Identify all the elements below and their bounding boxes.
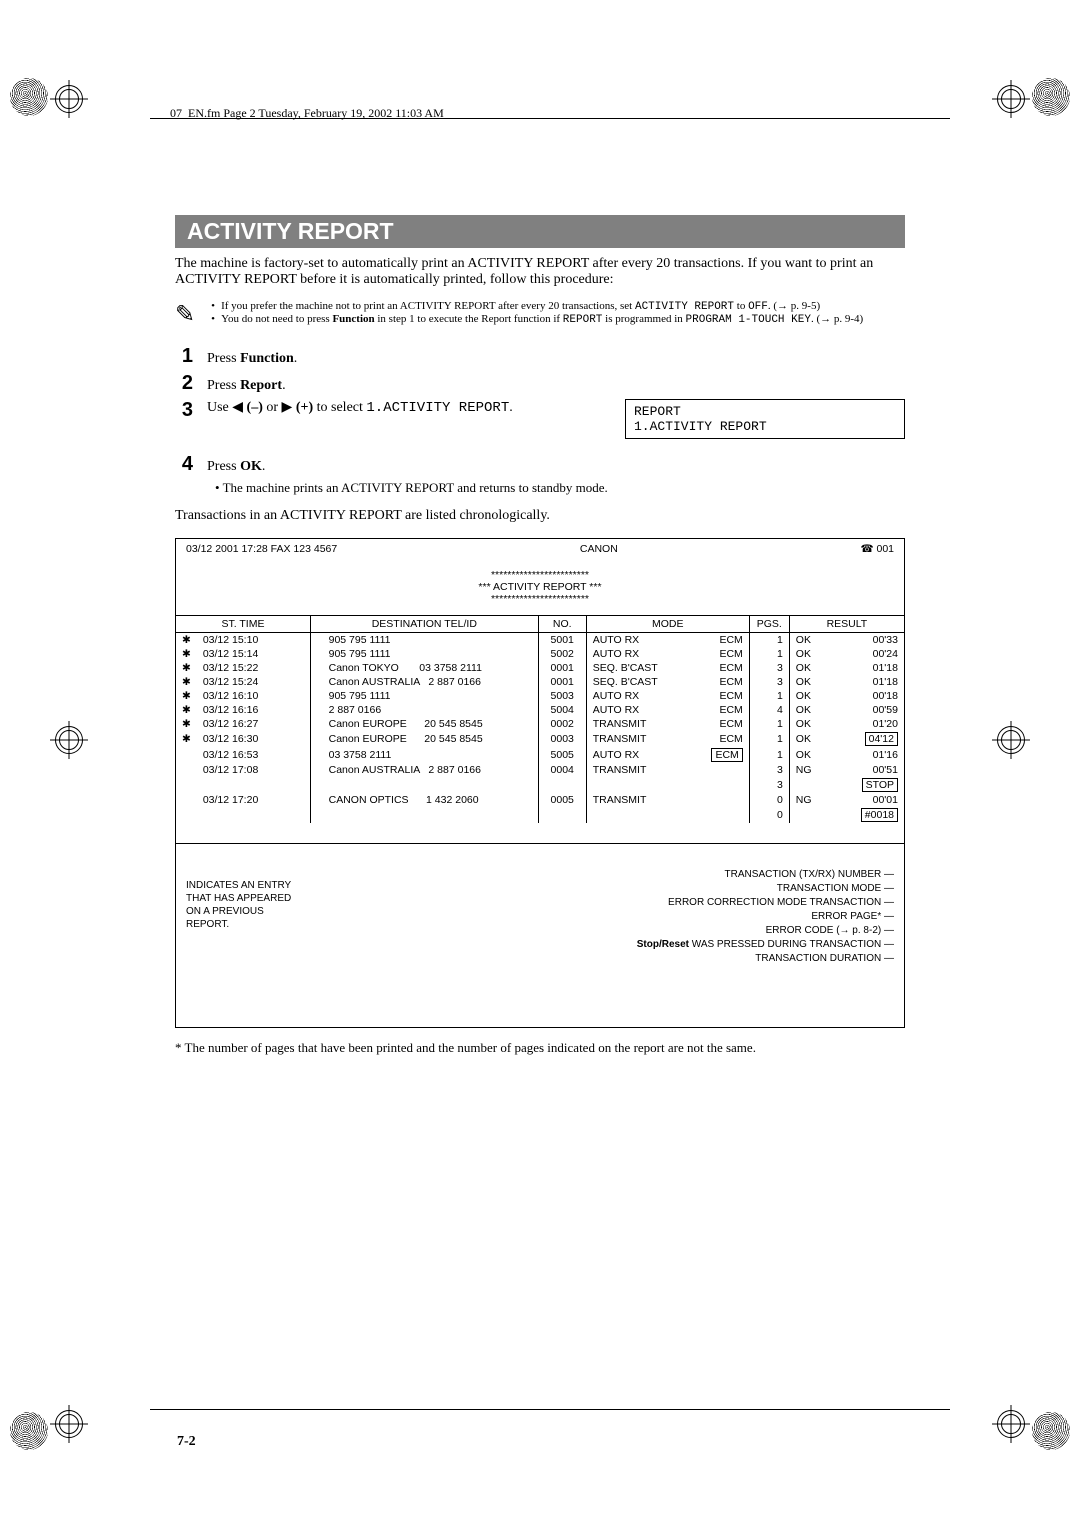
table-row: 3STOP bbox=[176, 777, 904, 793]
corner-decoration bbox=[1032, 78, 1070, 116]
reg-mark-icon bbox=[55, 85, 83, 118]
table-row: ✱03/12 16:27 Canon EUROPE 20 545 8545000… bbox=[176, 717, 904, 731]
table-row: ✱03/12 15:24 Canon AUSTRALIA 2 887 01660… bbox=[176, 675, 904, 689]
page-content: ACTIVITY REPORT The machine is factory-s… bbox=[175, 215, 905, 1056]
report-hdr-left: 03/12 2001 17:28 FAX 123 4567 bbox=[186, 543, 337, 555]
report-table: ST. TIME DESTINATION TEL/ID NO. MODE PGS… bbox=[176, 615, 904, 823]
step-number: 2 bbox=[175, 372, 193, 395]
report-banner: ************************ *** ACTIVITY RE… bbox=[176, 559, 904, 615]
section-title: ACTIVITY REPORT bbox=[175, 215, 905, 248]
frame-header: 07_EN.fm Page 2 Tuesday, February 19, 20… bbox=[170, 106, 444, 121]
report-hdr-right: ☎ 001 bbox=[860, 543, 894, 555]
lcd-line: REPORT bbox=[634, 404, 896, 419]
page-number: 7-2 bbox=[177, 1434, 196, 1450]
annot-mode: TRANSACTION MODE — bbox=[474, 883, 894, 894]
col-dest: DESTINATION TEL/ID bbox=[310, 616, 538, 633]
pencil-icon: ✎ bbox=[175, 300, 195, 329]
table-row: ✱03/12 15:10 905 795 11115001AUTO RXECM1… bbox=[176, 633, 904, 648]
step-subnote: The machine prints an ACTIVITY REPORT an… bbox=[175, 480, 905, 496]
annot-stop: Stop/Reset WAS PRESSED DURING TRANSACTIO… bbox=[474, 939, 894, 950]
table-row: 03/12 16:53 03 3758 21115005AUTO RXECM1O… bbox=[176, 747, 904, 763]
step-number: 4 bbox=[175, 453, 193, 476]
note-block: ✎ If you prefer the machine not to print… bbox=[175, 300, 905, 329]
col-mode: MODE bbox=[586, 616, 749, 633]
corner-decoration bbox=[10, 78, 48, 116]
col-result: RESULT bbox=[789, 616, 904, 633]
lcd-line: 1.ACTIVITY REPORT bbox=[634, 419, 896, 434]
step: 4 Press OK. bbox=[175, 453, 905, 476]
report-hdr-center: CANON bbox=[580, 543, 618, 555]
table-row: 03/12 17:08 Canon AUSTRALIA 2 887 016600… bbox=[176, 763, 904, 777]
reg-mark-icon bbox=[997, 726, 1025, 759]
reg-mark-icon bbox=[55, 726, 83, 759]
report-sample: 03/12 2001 17:28 FAX 123 4567 CANON ☎ 00… bbox=[175, 538, 905, 1028]
table-row: ✱03/12 16:16 2 887 01665004AUTO RXECM4OK… bbox=[176, 703, 904, 717]
col-no: NO. bbox=[538, 616, 586, 633]
step-number: 1 bbox=[175, 345, 193, 368]
annot-errcode: ERROR CODE (→ p. 8-2) — bbox=[474, 925, 894, 936]
annot-duration: TRANSACTION DURATION — bbox=[474, 953, 894, 964]
step-number: 3 bbox=[175, 399, 193, 422]
annot-ecm: ERROR CORRECTION MODE TRANSACTION — bbox=[474, 897, 894, 908]
step: 2 Press Report. bbox=[175, 372, 905, 395]
annot-labels: TRANSACTION (TX/RX) NUMBER — TRANSACTION… bbox=[474, 869, 894, 967]
table-row: ✱03/12 15:22 Canon TOKYO 03 3758 2111000… bbox=[176, 661, 904, 675]
table-row: ✱03/12 16:30 Canon EUROPE 20 545 8545000… bbox=[176, 731, 904, 747]
crop-rule bbox=[150, 1409, 950, 1410]
intro-text: The machine is factory-set to automatica… bbox=[175, 256, 905, 288]
step: 3 Use ◀ (–) or ▶ (+) to select 1.ACTIVIT… bbox=[175, 399, 905, 439]
corner-decoration bbox=[10, 1412, 48, 1450]
table-row: 03/12 17:20 CANON OPTICS 1 432 20600005T… bbox=[176, 793, 904, 807]
step-list: 1 Press Function. 2 Press Report. 3 Use … bbox=[175, 345, 905, 496]
col-pgs: PGS. bbox=[749, 616, 789, 633]
table-row: 0#0018 bbox=[176, 807, 904, 823]
col-time: ST. TIME bbox=[176, 616, 310, 633]
annot-indicates: INDICATES AN ENTRY THAT HAS APPEARED ON … bbox=[186, 879, 306, 931]
table-row: ✱03/12 16:10 905 795 11115003AUTO RXECM1… bbox=[176, 689, 904, 703]
step: 1 Press Function. bbox=[175, 345, 905, 368]
lcd-display: REPORT 1.ACTIVITY REPORT bbox=[625, 399, 905, 439]
reg-mark-icon bbox=[55, 1410, 83, 1443]
footnote: * The number of pages that have been pri… bbox=[175, 1040, 905, 1056]
corner-decoration bbox=[1032, 1412, 1070, 1450]
annot-txrx: TRANSACTION (TX/RX) NUMBER — bbox=[474, 869, 894, 880]
reg-mark-icon bbox=[997, 85, 1025, 118]
note-item: You do not need to press Function in ste… bbox=[211, 313, 863, 326]
reg-mark-icon bbox=[997, 1410, 1025, 1443]
table-row: ✱03/12 15:14 905 795 11115002AUTO RXECM1… bbox=[176, 647, 904, 661]
annot-errpage: ERROR PAGE* — bbox=[474, 911, 894, 922]
chrono-text: Transactions in an ACTIVITY REPORT are l… bbox=[175, 508, 905, 524]
note-item: If you prefer the machine not to print a… bbox=[211, 300, 863, 313]
